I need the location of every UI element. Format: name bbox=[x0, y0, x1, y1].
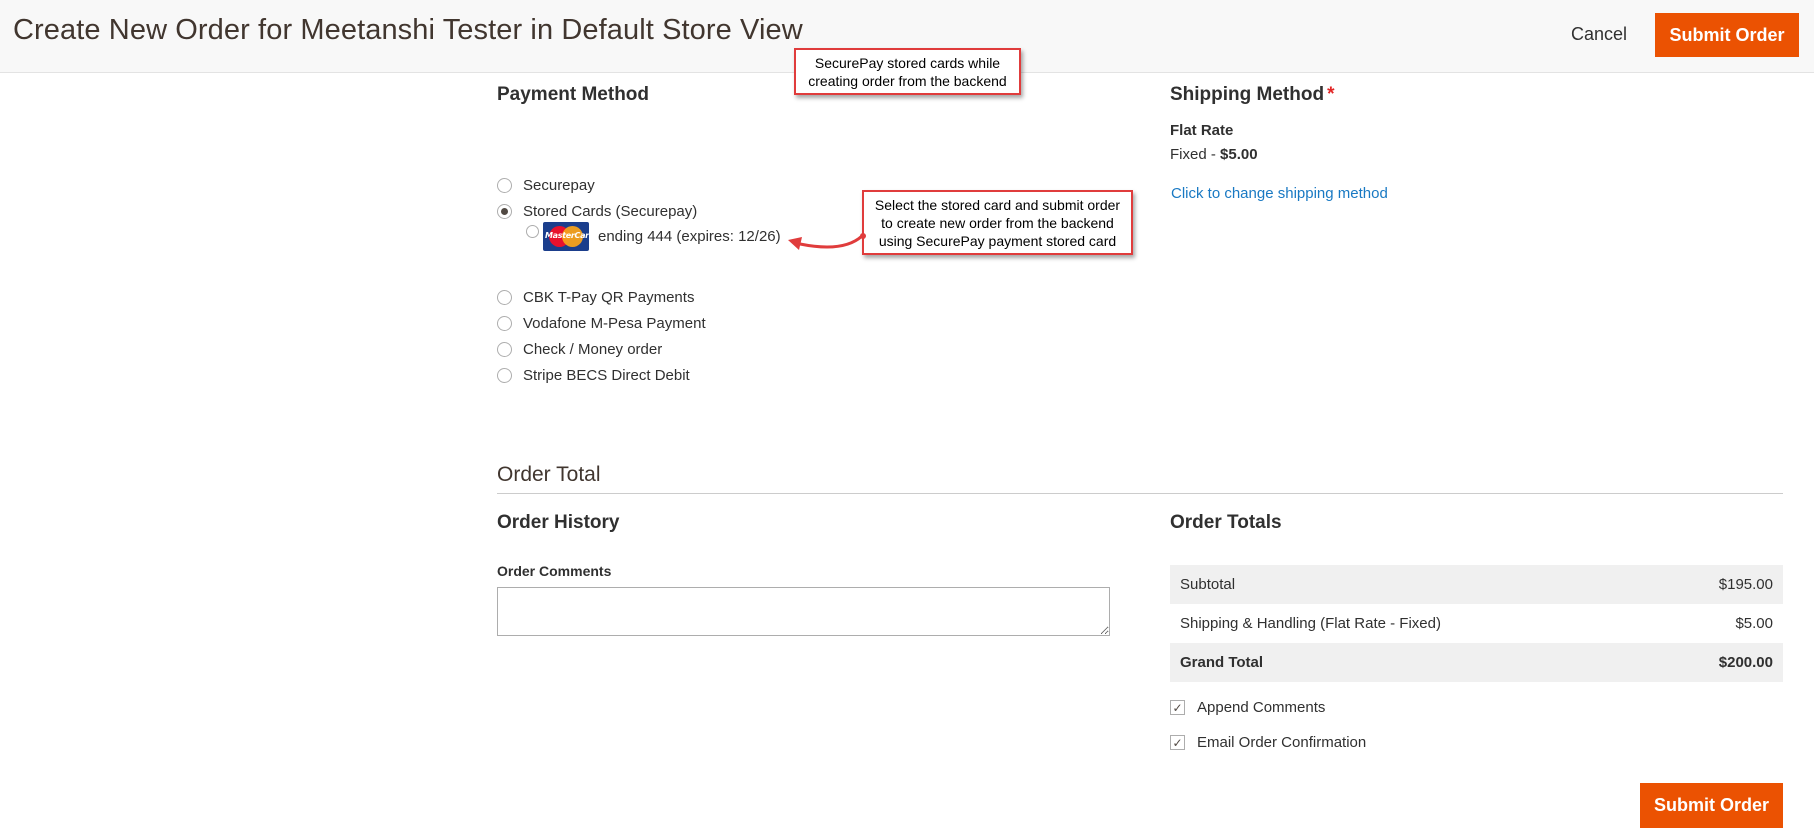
shipping-method-line: Fixed - $5.00 bbox=[1170, 146, 1258, 163]
shipping-carrier: Flat Rate bbox=[1170, 122, 1234, 139]
payment-option-securepay[interactable]: Securepay bbox=[497, 177, 595, 194]
radio-cbk-tpay[interactable] bbox=[497, 290, 512, 305]
checkmark-icon: ✓ bbox=[1172, 735, 1183, 750]
email-confirmation-checkbox[interactable]: ✓ bbox=[1170, 735, 1185, 750]
totals-value: $5.00 bbox=[1735, 615, 1773, 632]
radio-stored-card-444[interactable] bbox=[526, 225, 539, 238]
payment-option-checkmo[interactable]: Check / Money order bbox=[497, 341, 662, 358]
payment-option-label: Check / Money order bbox=[523, 341, 663, 358]
radio-mpesa[interactable] bbox=[497, 316, 512, 331]
payment-option-stripe-becs[interactable]: Stripe BECS Direct Debit bbox=[497, 367, 690, 384]
radio-stored-cards[interactable] bbox=[497, 204, 512, 219]
append-comments-option[interactable]: ✓ Append Comments bbox=[1170, 699, 1325, 716]
totals-label: Grand Total bbox=[1180, 654, 1264, 671]
radio-stripe-becs[interactable] bbox=[497, 368, 512, 383]
change-shipping-link[interactable]: Click to change shipping method bbox=[1171, 185, 1388, 202]
payment-option-stored-cards[interactable]: Stored Cards (Securepay) bbox=[497, 203, 697, 220]
payment-option-label: Vodafone M-Pesa Payment bbox=[523, 315, 706, 332]
payment-option-label: Securepay bbox=[523, 177, 595, 194]
payment-option-mpesa[interactable]: Vodafone M-Pesa Payment bbox=[497, 315, 706, 332]
totals-value: $200.00 bbox=[1718, 654, 1773, 671]
stored-card-row[interactable]: MasterCard ending 444 (expires: 12/26) bbox=[526, 222, 781, 251]
payment-option-cbk-tpay[interactable]: CBK T-Pay QR Payments bbox=[497, 289, 694, 306]
email-confirmation-label: Email Order Confirmation bbox=[1197, 734, 1367, 751]
arrow-icon bbox=[788, 233, 866, 250]
divider bbox=[497, 493, 1783, 494]
mastercard-icon: MasterCard bbox=[543, 222, 589, 251]
totals-value: $195.00 bbox=[1718, 576, 1773, 593]
callout-stored-cards: SecurePay stored cards while creating or… bbox=[794, 48, 1021, 95]
shipping-method-title: Shipping Method * bbox=[1170, 84, 1334, 106]
order-comments-label: Order Comments bbox=[497, 563, 612, 579]
submit-order-button-bottom[interactable]: Submit Order bbox=[1640, 783, 1783, 828]
mastercard-logo-text: MasterCard bbox=[545, 231, 589, 240]
order-history-title: Order History bbox=[497, 512, 620, 533]
payment-option-label: Stored Cards (Securepay) bbox=[523, 203, 698, 220]
checkmark-icon: ✓ bbox=[1172, 700, 1183, 715]
required-mark: * bbox=[1327, 84, 1335, 105]
order-total-title: Order Total bbox=[497, 463, 601, 486]
order-comments-field[interactable] bbox=[497, 587, 1110, 636]
totals-label: Shipping & Handling (Flat Rate - Fixed) bbox=[1180, 615, 1441, 632]
shipping-price: $5.00 bbox=[1220, 146, 1258, 163]
shipping-method-prefix: Fixed - bbox=[1170, 146, 1221, 163]
order-totals-title: Order Totals bbox=[1170, 512, 1282, 533]
payment-option-label: CBK T-Pay QR Payments bbox=[523, 289, 695, 306]
append-comments-checkbox[interactable]: ✓ bbox=[1170, 700, 1185, 715]
payment-method-title: Payment Method bbox=[497, 84, 650, 105]
payment-option-label: Stripe BECS Direct Debit bbox=[523, 367, 690, 384]
totals-row-shipping: Shipping & Handling (Flat Rate - Fixed) … bbox=[1170, 604, 1783, 643]
cancel-button[interactable]: Cancel bbox=[1571, 24, 1627, 45]
totals-row-subtotal: Subtotal $195.00 bbox=[1170, 565, 1783, 604]
email-confirmation-option[interactable]: ✓ Email Order Confirmation bbox=[1170, 734, 1366, 751]
radio-securepay[interactable] bbox=[497, 178, 512, 193]
totals-table: Subtotal $195.00 Shipping & Handling (Fl… bbox=[1170, 565, 1783, 682]
stored-card-label: ending 444 (expires: 12/26) bbox=[598, 228, 781, 245]
callout-select-card: Select the stored card and submit order … bbox=[862, 190, 1133, 255]
totals-label: Subtotal bbox=[1180, 576, 1236, 593]
page-title: Create New Order for Meetanshi Tester in… bbox=[13, 14, 803, 46]
totals-row-grand-total: Grand Total $200.00 bbox=[1170, 643, 1783, 682]
append-comments-label: Append Comments bbox=[1197, 699, 1326, 716]
shipping-method-title-text: Shipping Method bbox=[1170, 84, 1325, 105]
submit-order-button-top[interactable]: Submit Order bbox=[1655, 13, 1799, 57]
radio-checkmo[interactable] bbox=[497, 342, 512, 357]
